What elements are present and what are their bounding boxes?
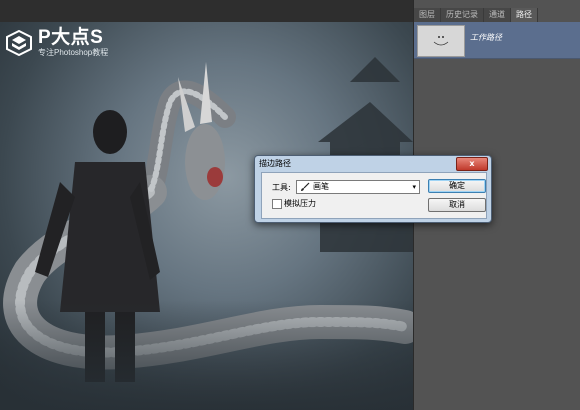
stroke-path-dialog: 描边路径 x 工具: 画笔 ▾ 模拟压力 确定 取消 [254,155,492,223]
ok-button[interactable]: 确定 [428,179,486,193]
fog-overlay [0,300,413,410]
path-item-work-path[interactable]: 工作路径 [414,22,580,59]
path-item-label: 工作路径 [470,33,502,42]
path-thumbnail [417,25,465,57]
watermark-subtitle: 专注Photoshop教程 [38,48,109,57]
tab-channels[interactable]: 通道 [484,8,511,22]
dialog-title: 描边路径 [259,159,291,168]
chevron-down-icon: ▾ [412,183,416,191]
tab-history[interactable]: 历史记录 [441,8,484,22]
tab-paths[interactable]: 路径 [511,8,538,22]
smiley-path-icon [433,36,449,46]
simulate-pressure-checkbox[interactable] [272,199,282,209]
dialog-body: 工具: 画笔 ▾ 模拟压力 确定 取消 [261,172,487,219]
tab-layers[interactable]: 图层 [414,8,441,22]
cancel-button[interactable]: 取消 [428,198,486,212]
tool-label: 工具: [272,183,291,192]
dialog-close-button[interactable]: x [456,157,488,171]
tool-select[interactable]: 画笔 ▾ [296,180,420,194]
tool-select-value: 画笔 [313,182,329,191]
brush-icon [300,182,310,196]
site-watermark: P大点S 专注Photoshop教程 [6,28,108,58]
panel-tabs: 图层 历史记录 通道 路径 [414,8,538,22]
simulate-pressure-label: 模拟压力 [284,199,316,208]
watermark-logo-icon [6,30,32,56]
watermark-title: P大点S [38,27,104,48]
